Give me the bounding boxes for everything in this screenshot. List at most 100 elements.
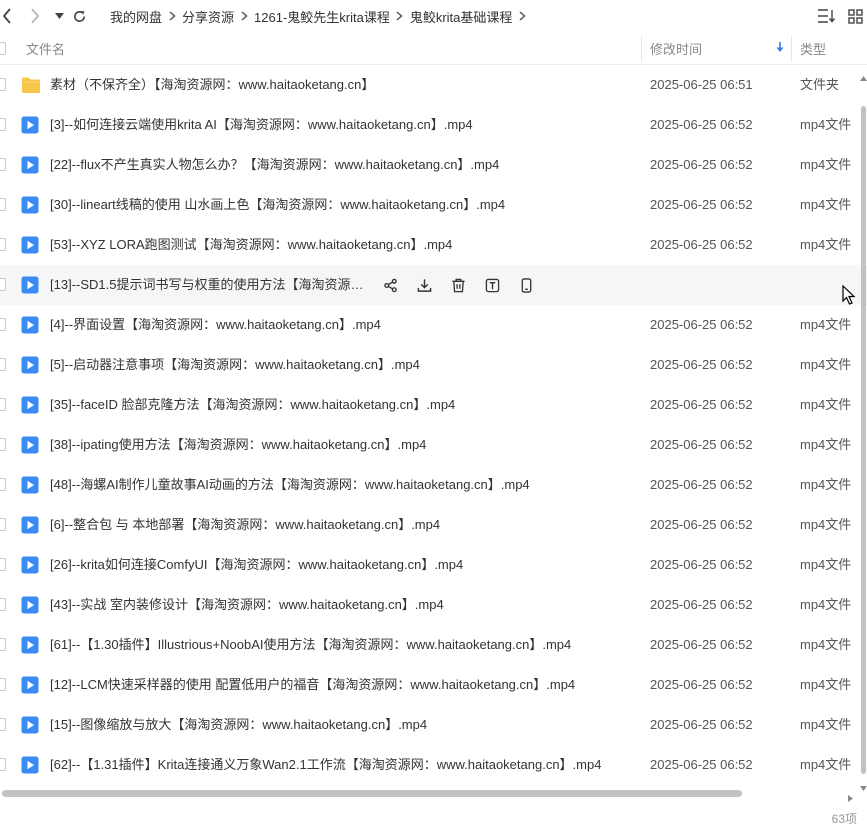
modified-time: 2025-06-25 06:52 bbox=[650, 117, 753, 132]
sort-list-icon[interactable] bbox=[818, 6, 838, 26]
phone-icon[interactable] bbox=[516, 275, 536, 295]
file-row[interactable]: [62]--【1.31插件】Krita连接通义万象Wan2.1工作流【海淘资源网… bbox=[0, 745, 867, 785]
horizontal-scroll-thumb[interactable] bbox=[2, 790, 742, 797]
file-row[interactable]: [12]--LCM快速采样器的使用 配置低用户的福音【海淘资源网：www.hai… bbox=[0, 665, 867, 705]
scroll-up-icon[interactable] bbox=[860, 68, 867, 86]
file-row[interactable]: [4]--界面设置【海淘资源网：www.haitaoketang.cn】.mp4… bbox=[0, 305, 867, 345]
row-checkbox[interactable] bbox=[0, 78, 6, 91]
file-name[interactable]: [12]--LCM快速采样器的使用 配置低用户的福音【海淘资源网：www.hai… bbox=[50, 665, 575, 705]
file-row[interactable]: [48]--海螺AI制作儿童故事AI动画的方法【海淘资源网：www.haitao… bbox=[0, 465, 867, 505]
file-row[interactable]: [6]--整合包 与 本地部署【海淘资源网：www.haitaoketang.c… bbox=[0, 505, 867, 545]
column-header-type[interactable]: 类型 bbox=[800, 32, 826, 65]
file-name[interactable]: [22]--flux不产生真实人物怎么办？【海淘资源网：www.haitaoke… bbox=[50, 145, 499, 185]
file-name[interactable]: 素材（不保齐全）【海淘资源网：www.haitaoketang.cn】 bbox=[50, 65, 374, 105]
file-row[interactable]: [3]--如何连接云端使用krita AI【海淘资源网：www.haitaoke… bbox=[0, 105, 867, 145]
file-row[interactable]: [15]--图像缩放与放大【海淘资源网：www.haitaoketang.cn】… bbox=[0, 705, 867, 745]
row-checkbox[interactable] bbox=[0, 398, 6, 411]
column-divider[interactable] bbox=[791, 36, 792, 62]
breadcrumb-item[interactable]: 1261-鬼鲛先生krita课程 bbox=[254, 7, 390, 26]
file-type: mp4文件 bbox=[800, 677, 852, 692]
select-all-checkbox[interactable] bbox=[0, 32, 7, 65]
file-name[interactable]: [3]--如何连接云端使用krita AI【海淘资源网：www.haitaoke… bbox=[50, 105, 473, 145]
file-row[interactable]: [22]--flux不产生真实人物怎么办？【海淘资源网：www.haitaoke… bbox=[0, 145, 867, 185]
video-file-icon bbox=[21, 636, 39, 654]
file-row[interactable]: [53]--XYZ LORA跑图测试【海淘资源网：www.haitaoketan… bbox=[0, 225, 867, 265]
column-header-name[interactable]: 文件名 bbox=[26, 32, 65, 65]
folder-icon bbox=[21, 76, 40, 94]
file-name[interactable]: [15]--图像缩放与放大【海淘资源网：www.haitaoketang.cn】… bbox=[50, 705, 427, 745]
folder-row[interactable]: 素材（不保齐全）【海淘资源网：www.haitaoketang.cn】 2025-… bbox=[0, 65, 867, 105]
row-checkbox[interactable] bbox=[0, 358, 6, 371]
file-row[interactable]: [26]--krita如何连接ComfyUI【海淘资源网：www.haitaok… bbox=[0, 545, 867, 585]
file-name[interactable]: [62]--【1.31插件】Krita连接通义万象Wan2.1工作流【海淘资源网… bbox=[50, 745, 601, 785]
modified-time: 2025-06-25 06:52 bbox=[650, 157, 753, 172]
column-divider[interactable] bbox=[641, 36, 642, 62]
file-name[interactable]: [43]--实战 室内装修设计【海淘资源网：www.haitaoketang.c… bbox=[50, 585, 444, 625]
file-row[interactable]: [35]--faceID 脸部克隆方法【海淘资源网：www.haitaoketa… bbox=[0, 385, 867, 425]
file-type: mp4文件 bbox=[800, 517, 852, 532]
file-type: mp4文件 bbox=[800, 197, 852, 212]
download-icon[interactable] bbox=[414, 275, 434, 295]
share-icon[interactable] bbox=[380, 275, 400, 295]
modified-time: 2025-06-25 06:52 bbox=[650, 237, 753, 252]
file-name[interactable]: [48]--海螺AI制作儿童故事AI动画的方法【海淘资源网：www.haitao… bbox=[50, 465, 530, 505]
breadcrumb-item[interactable]: 我的网盘 bbox=[110, 7, 162, 26]
rename-icon[interactable] bbox=[482, 275, 502, 295]
file-name[interactable]: [5]--启动器注意事项【海淘资源网：www.haitaoketang.cn】.… bbox=[50, 345, 420, 385]
history-dropdown-icon[interactable] bbox=[53, 5, 65, 27]
file-name[interactable]: [38]--ipating使用方法【海淘资源网：www.haitaoketang… bbox=[50, 425, 426, 465]
file-name[interactable]: [53]--XYZ LORA跑图测试【海淘资源网：www.haitaoketan… bbox=[50, 225, 452, 265]
row-checkbox[interactable] bbox=[0, 438, 6, 451]
delete-icon[interactable] bbox=[448, 275, 468, 295]
file-name[interactable]: [13]--SD1.5提示词书写与权重的使用方法【海淘资源网：... bbox=[50, 265, 368, 305]
chevron-right-icon bbox=[234, 11, 254, 21]
back-icon[interactable] bbox=[0, 5, 14, 27]
file-type: mp4文件 bbox=[800, 597, 852, 612]
file-type: mp4文件 bbox=[800, 717, 852, 732]
breadcrumb-item[interactable]: 鬼鲛krita基础课程 bbox=[410, 7, 513, 26]
row-checkbox[interactable] bbox=[0, 278, 6, 291]
file-name[interactable]: [35]--faceID 脸部克隆方法【海淘资源网：www.haitaoketa… bbox=[50, 385, 455, 425]
row-checkbox[interactable] bbox=[0, 318, 6, 331]
row-checkbox[interactable] bbox=[0, 518, 6, 531]
file-type: mp4文件 bbox=[800, 757, 852, 772]
row-checkbox[interactable] bbox=[0, 678, 6, 691]
file-name[interactable]: [61]--【1.30插件】Illustrious+NoobAI使用方法【海淘资… bbox=[50, 625, 571, 665]
row-checkbox[interactable] bbox=[0, 478, 6, 491]
file-type: 文件夹 bbox=[800, 77, 840, 92]
row-checkbox[interactable] bbox=[0, 558, 6, 571]
row-checkbox[interactable] bbox=[0, 598, 6, 611]
row-checkbox[interactable] bbox=[0, 758, 6, 771]
grid-view-icon[interactable] bbox=[848, 6, 866, 26]
file-name[interactable]: [30]--lineart线稿的使用 山水画上色【海淘资源网：www.haita… bbox=[50, 185, 505, 225]
file-name[interactable]: [4]--界面设置【海淘资源网：www.haitaoketang.cn】.mp4 bbox=[50, 305, 381, 345]
file-row[interactable]: [61]--【1.30插件】Illustrious+NoobAI使用方法【海淘资… bbox=[0, 625, 867, 665]
file-row[interactable]: [13]--SD1.5提示词书写与权重的使用方法【海淘资源网：... bbox=[0, 265, 867, 305]
column-header-time[interactable]: 修改时间 bbox=[650, 32, 702, 65]
file-row[interactable]: [30]--lineart线稿的使用 山水画上色【海淘资源网：www.haita… bbox=[0, 185, 867, 225]
row-checkbox[interactable] bbox=[0, 238, 6, 251]
file-name[interactable]: [26]--krita如何连接ComfyUI【海淘资源网：www.haitaok… bbox=[50, 545, 463, 585]
row-checkbox[interactable] bbox=[0, 638, 6, 651]
video-file-icon bbox=[21, 556, 39, 574]
file-name[interactable]: [6]--整合包 与 本地部署【海淘资源网：www.haitaoketang.c… bbox=[50, 505, 440, 545]
modified-time: 2025-06-25 06:52 bbox=[650, 677, 753, 692]
chevron-right-icon bbox=[162, 11, 182, 21]
vertical-scroll-thumb[interactable] bbox=[861, 106, 866, 774]
file-row[interactable]: [38]--ipating使用方法【海淘资源网：www.haitaoketang… bbox=[0, 425, 867, 465]
sort-descending-icon bbox=[776, 41, 784, 56]
file-row[interactable]: [5]--启动器注意事项【海淘资源网：www.haitaoketang.cn】.… bbox=[0, 345, 867, 385]
row-checkbox[interactable] bbox=[0, 118, 6, 131]
file-manager-window: 我的网盘 分享资源 1261-鬼鲛先生krita课程 鬼鲛krita基础课程 文… bbox=[0, 0, 867, 827]
row-checkbox[interactable] bbox=[0, 198, 6, 211]
row-checkbox[interactable] bbox=[0, 158, 6, 171]
breadcrumb-item[interactable]: 分享资源 bbox=[182, 7, 234, 26]
refresh-icon[interactable] bbox=[71, 5, 87, 27]
row-checkbox[interactable] bbox=[0, 718, 6, 731]
forward-icon[interactable] bbox=[28, 5, 42, 27]
modified-time: 2025-06-25 06:51 bbox=[650, 77, 753, 92]
scroll-right-icon[interactable] bbox=[848, 789, 853, 807]
file-row[interactable]: [43]--实战 室内装修设计【海淘资源网：www.haitaoketang.c… bbox=[0, 585, 867, 625]
scroll-down-icon[interactable] bbox=[860, 778, 867, 796]
file-type: mp4文件 bbox=[800, 117, 852, 132]
